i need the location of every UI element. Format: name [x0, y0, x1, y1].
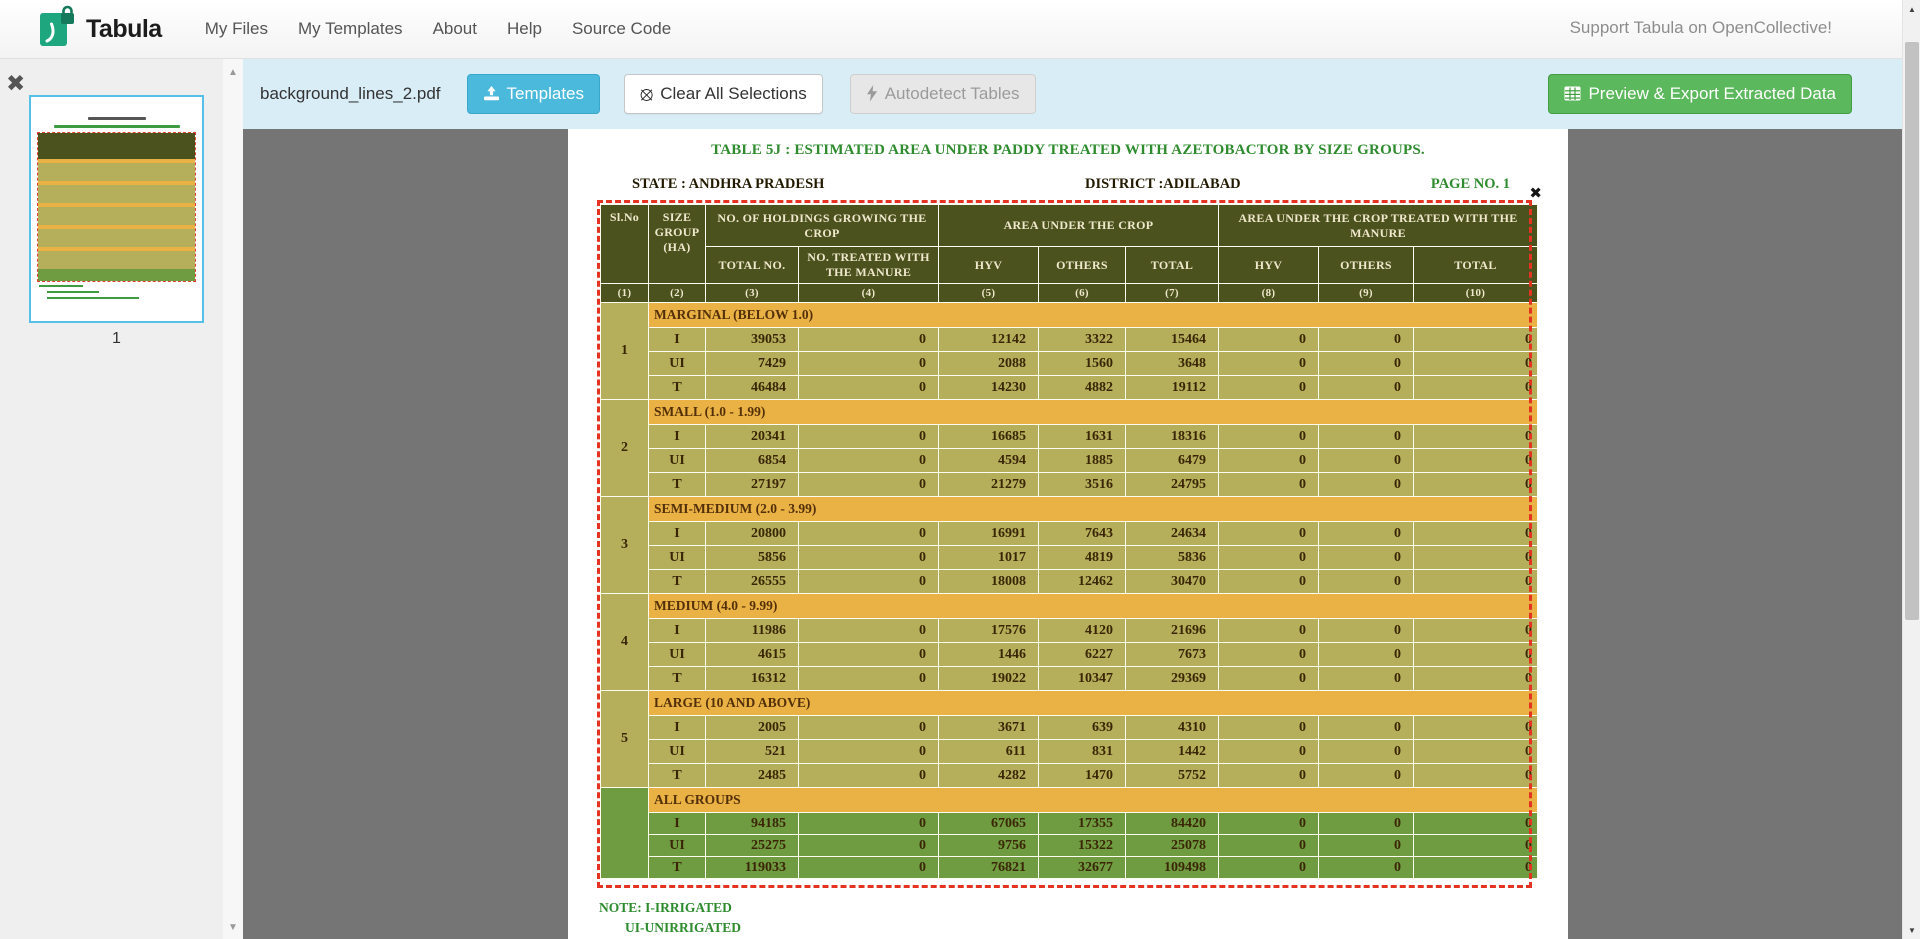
autodetect-tables-button[interactable]: Autodetect Tables [850, 74, 1036, 114]
doc-district: DISTRICT :ADILABAD [1085, 176, 1241, 193]
brand-link[interactable]: Tabula [37, 5, 162, 54]
page-number-label: 1 [29, 330, 204, 348]
upload-template-icon [483, 86, 500, 101]
nav-link-my-files[interactable]: My Files [190, 9, 283, 49]
vertical-scrollbar[interactable]: ▲ ▼ [1902, 0, 1920, 939]
doc-title: TABLE 5J : ESTIMATED AREA UNDER PADDY TR… [568, 142, 1568, 159]
scrollbar-down-icon[interactable]: ▼ [1903, 926, 1920, 935]
close-page-icon[interactable]: ✖ [6, 72, 25, 95]
thumb-table-footer [38, 269, 195, 281]
support-link[interactable]: Support Tabula on OpenCollective! [1570, 18, 1832, 38]
pdf-page[interactable]: TABLE 5J : ESTIMATED AREA UNDER PADDY TR… [568, 129, 1568, 939]
selection-box[interactable]: ✖ [597, 200, 1532, 888]
scrollbar-thumb[interactable] [1905, 42, 1919, 620]
selection-delete-icon[interactable]: ✖ [1529, 184, 1542, 202]
lightning-icon [866, 85, 878, 102]
nav-link-help[interactable]: Help [492, 9, 557, 49]
templates-button[interactable]: Templates [467, 74, 600, 114]
thumb-table-header [38, 133, 195, 159]
nav-link-about[interactable]: About [418, 9, 492, 49]
nav-link-source-code[interactable]: Source Code [557, 9, 686, 49]
thumb-subtitle-line [54, 125, 180, 128]
thumb-table [38, 133, 195, 281]
spreadsheet-icon [1564, 86, 1581, 101]
nav-links: My FilesMy TemplatesAboutHelpSource Code [190, 9, 686, 49]
export-button[interactable]: Preview & Export Extracted Data [1548, 74, 1852, 114]
sidebar-scroll-down-icon[interactable]: ▼ [223, 922, 243, 933]
autodetect-tables-label: Autodetect Tables [885, 84, 1020, 104]
toolbar: background_lines_2.pdf Templates ⦻ Clear… [243, 59, 1902, 129]
sidebar-scrollbar[interactable]: ▲ ▼ [223, 59, 243, 939]
pdf-viewer: TABLE 5J : ESTIMATED AREA UNDER PADDY TR… [243, 129, 1902, 939]
scrollbar-up-icon[interactable]: ▲ [1903, 5, 1920, 14]
export-button-label: Preview & Export Extracted Data [1588, 84, 1836, 104]
clear-selections-label: Clear All Selections [660, 84, 806, 104]
app-root: Tabula My FilesMy TemplatesAboutHelpSour… [0, 0, 1920, 939]
sidebar: ✖ 1 ▲ ▼ [0, 59, 243, 939]
filename-label: background_lines_2.pdf [260, 84, 441, 104]
doc-page-no: PAGE NO. 1 [1431, 176, 1510, 193]
brand-title: Tabula [86, 15, 162, 44]
thumbnail-page-preview [31, 97, 202, 321]
nav-link-my-templates[interactable]: My Templates [283, 9, 418, 49]
page-thumbnail[interactable] [29, 95, 204, 323]
sidebar-scroll-up-icon[interactable]: ▲ [223, 67, 243, 78]
clear-selections-button[interactable]: ⦻ Clear All Selections [624, 74, 823, 114]
thumb-title-line [88, 117, 146, 120]
doc-note-2: UI-UNIRRIGATED [625, 920, 741, 936]
navbar: Tabula My FilesMy TemplatesAboutHelpSour… [0, 0, 1920, 59]
doc-state: STATE : ANDHRA PRADESH [632, 176, 824, 193]
app-logo-icon [37, 5, 77, 54]
circle-x-icon: ⦻ [640, 87, 653, 101]
templates-button-label: Templates [507, 84, 584, 104]
doc-meta-row: STATE : ANDHRA PRADESH DISTRICT :ADILABA… [568, 176, 1568, 196]
doc-note-1: NOTE: I-IRRIGATED [599, 900, 732, 916]
